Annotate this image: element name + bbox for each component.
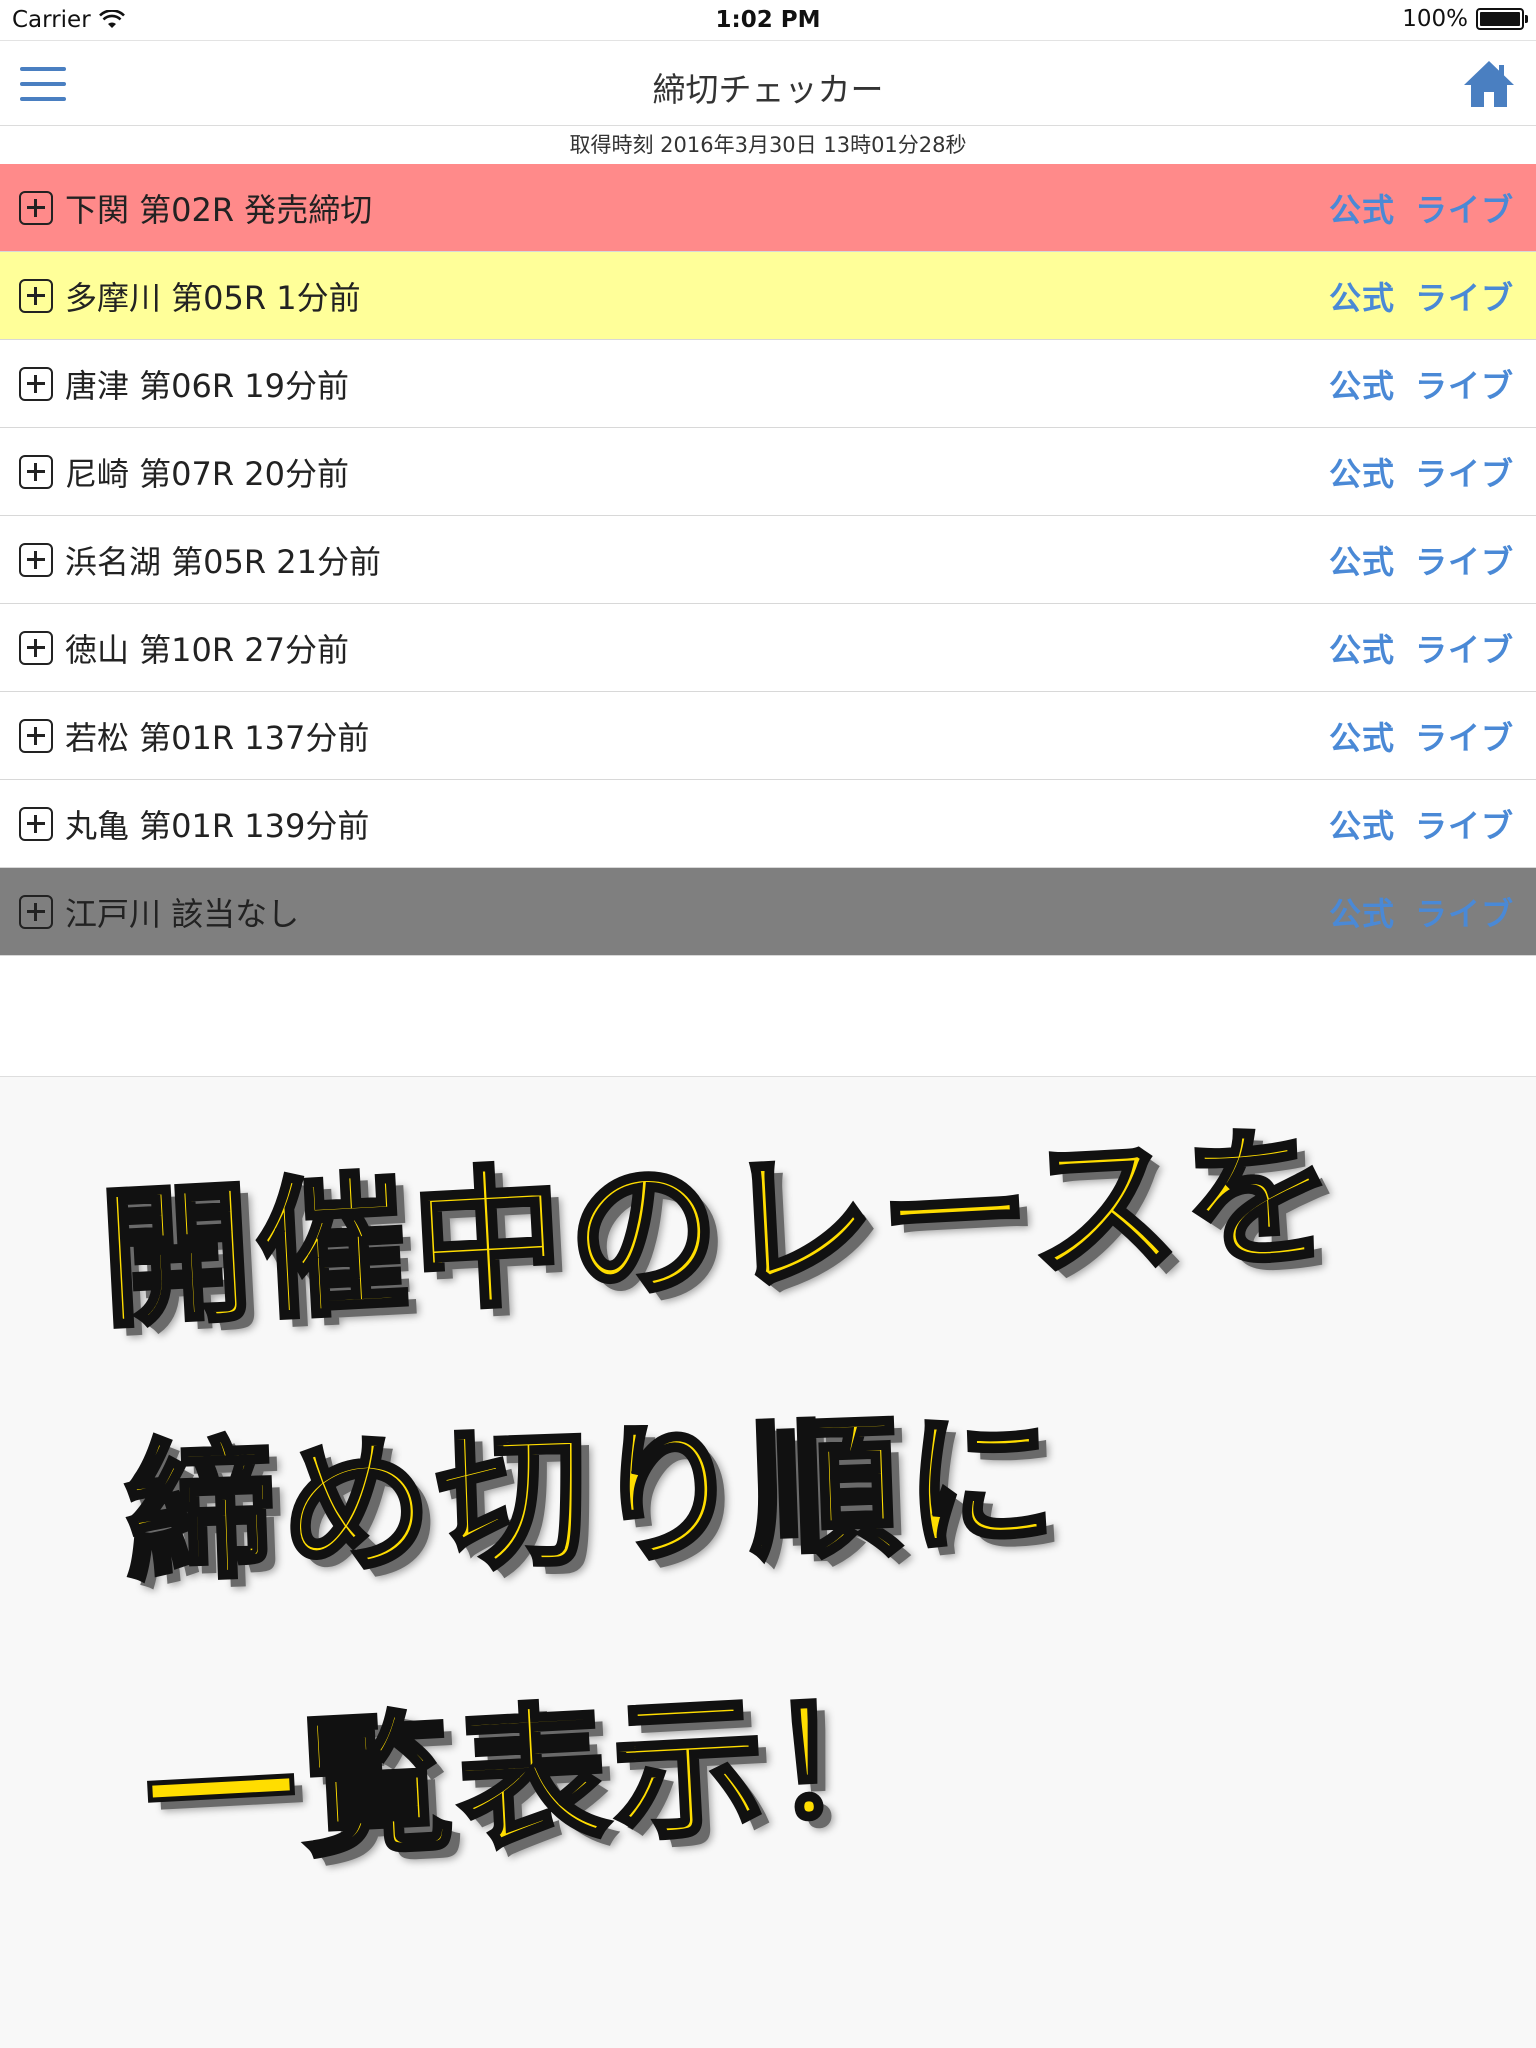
race-label: 多摩川 第05R 1分前 [65, 278, 361, 317]
home-icon [1464, 61, 1514, 107]
race-row[interactable]: 多摩川 第05R 1分前 公式 ライブ [0, 252, 1536, 340]
race-label: 尼崎 第07R 20分前 [65, 454, 350, 493]
promo-headline-1: 開催中のレースを [95, 1107, 1348, 1351]
race-links: 公式 ライブ [1329, 252, 1514, 340]
navigation-bar: 締切チェッカー [0, 40, 1536, 126]
official-link[interactable]: 公式 [1329, 801, 1395, 847]
promo-banner: 開催中のレースを 締め切り順に 一覧表示！ [0, 1076, 1536, 2048]
expand-plus-icon[interactable] [19, 278, 53, 313]
race-list: 下関 第02R 発売締切 公式 ライブ 多摩川 第05R 1分前 公式 ライブ … [0, 164, 1536, 956]
expand-plus-icon[interactable] [19, 454, 53, 489]
expand-plus-icon[interactable] [19, 542, 53, 577]
race-links: 公式 ライブ [1329, 164, 1514, 252]
home-button[interactable] [1462, 57, 1516, 111]
race-label: 徳山 第10R 27分前 [65, 630, 350, 669]
promo-headline-3: 一覧表示！ [139, 1669, 932, 1889]
official-link[interactable]: 公式 [1329, 185, 1395, 231]
official-link[interactable]: 公式 [1329, 449, 1395, 495]
live-link[interactable]: ライブ [1415, 449, 1514, 495]
status-bar: Carrier 1:02 PM 100% [0, 0, 1536, 40]
live-link[interactable]: ライブ [1415, 889, 1514, 935]
race-links: 公式 ライブ [1329, 428, 1514, 516]
battery-icon [1476, 8, 1528, 30]
official-link[interactable]: 公式 [1329, 273, 1395, 319]
race-row[interactable]: 丸亀 第01R 139分前 公式 ライブ [0, 780, 1536, 868]
race-links: 公式 ライブ [1329, 868, 1514, 956]
race-links: 公式 ライブ [1329, 604, 1514, 692]
battery-percent: 100% [1402, 6, 1468, 32]
live-link[interactable]: ライブ [1415, 361, 1514, 407]
race-label: 浜名湖 第05R 21分前 [65, 542, 382, 581]
live-link[interactable]: ライブ [1415, 185, 1514, 231]
official-link[interactable]: 公式 [1329, 537, 1395, 583]
race-links: 公式 ライブ [1329, 692, 1514, 780]
live-link[interactable]: ライブ [1415, 801, 1514, 847]
official-link[interactable]: 公式 [1329, 889, 1395, 935]
official-link[interactable]: 公式 [1329, 625, 1395, 671]
page-title: 締切チェッカー [652, 70, 884, 109]
race-row[interactable]: 若松 第01R 137分前 公式 ライブ [0, 692, 1536, 780]
live-link[interactable]: ライブ [1415, 625, 1514, 671]
race-links: 公式 ライブ [1329, 780, 1514, 868]
live-link[interactable]: ライブ [1415, 273, 1514, 319]
live-link[interactable]: ライブ [1415, 713, 1514, 759]
race-label: 下関 第02R 発売締切 [65, 190, 373, 229]
race-row[interactable]: 下関 第02R 発売締切 公式 ライブ [0, 164, 1536, 252]
race-row[interactable]: 徳山 第10R 27分前 公式 ライブ [0, 604, 1536, 692]
battery-indicator: 100% [1402, 6, 1528, 32]
official-link[interactable]: 公式 [1329, 713, 1395, 759]
race-links: 公式 ライブ [1329, 516, 1514, 604]
race-label: 若松 第01R 137分前 [65, 718, 370, 757]
race-row[interactable]: 唐津 第06R 19分前 公式 ライブ [0, 340, 1536, 428]
live-link[interactable]: ライブ [1415, 537, 1514, 583]
race-row[interactable]: 浜名湖 第05R 21分前 公式 ライブ [0, 516, 1536, 604]
race-label: 丸亀 第01R 139分前 [65, 806, 370, 845]
race-row[interactable]: 尼崎 第07R 20分前 公式 ライブ [0, 428, 1536, 516]
race-label: 江戸川 該当なし [65, 894, 300, 933]
race-label: 唐津 第06R 19分前 [65, 366, 350, 405]
fetch-timestamp: 取得時刻 2016年3月30日 13時01分28秒 [569, 133, 967, 157]
expand-plus-icon[interactable] [19, 894, 53, 929]
race-links: 公式 ライブ [1329, 340, 1514, 428]
race-row[interactable]: 江戸川 該当なし 公式 ライブ [0, 868, 1536, 956]
status-time: 1:02 PM [715, 7, 821, 33]
expand-plus-icon[interactable] [19, 630, 53, 665]
promo-headline-2: 締め切り順に [120, 1393, 1067, 1605]
expand-plus-icon[interactable] [19, 366, 53, 401]
official-link[interactable]: 公式 [1329, 361, 1395, 407]
expand-plus-icon[interactable] [19, 190, 53, 225]
expand-plus-icon[interactable] [19, 806, 53, 841]
expand-plus-icon[interactable] [19, 718, 53, 753]
